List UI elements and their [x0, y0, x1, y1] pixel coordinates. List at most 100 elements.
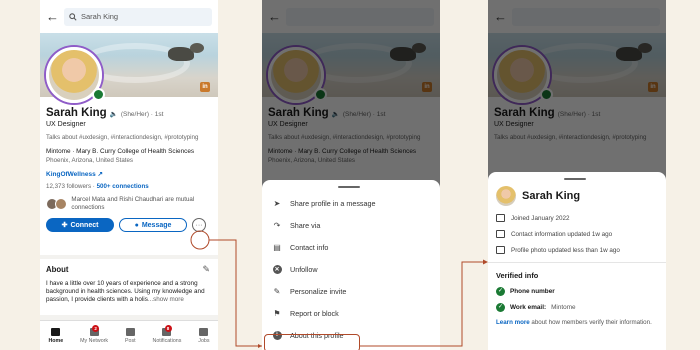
top-bar: ← Sarah King: [40, 0, 218, 33]
sheet-handle[interactable]: [564, 178, 586, 180]
mutual-connections[interactable]: Marcel Mata and Rishi Chaudhari are mutu…: [46, 196, 212, 211]
personalize-icon: ✎: [273, 286, 281, 296]
profile-location: Phoenix, Arizona, United States: [46, 157, 134, 164]
menu-label: Contact info: [290, 242, 329, 252]
message-button[interactable]: ● Message: [119, 218, 187, 232]
show-more-link[interactable]: ...show more: [148, 296, 184, 303]
website-label: KingOfWellness: [46, 171, 96, 178]
profile-followers: 12,373 followers · 500+ connections: [46, 183, 212, 190]
profile-name: Sarah King: [46, 107, 107, 119]
verified-email-row: ✓ Work email: Mintome: [496, 303, 658, 312]
contact-updated-text: Contact information updated 1w ago: [511, 230, 613, 238]
image-icon: [496, 246, 505, 254]
menu-label: Unfollow: [290, 264, 318, 274]
more-button[interactable]: ···: [192, 218, 206, 232]
share-icon: ↷: [273, 220, 281, 230]
profile-website-link[interactable]: KingOfWellness ↗: [46, 170, 212, 178]
check-icon: ✓: [496, 303, 505, 312]
nav-jobs[interactable]: Jobs: [198, 327, 210, 344]
profile-actions-sheet: ➤ Share profile in a message ↷ Share via ▤…: [262, 180, 440, 350]
speaker-icon[interactable]: 🔈: [110, 110, 118, 118]
work-email-value: Mintome: [551, 304, 576, 311]
photo-updated-text: Profile photo updated less than 1w ago: [511, 246, 620, 254]
online-status-icon: [92, 88, 105, 101]
sheet-handle[interactable]: [338, 186, 360, 188]
work-email-label: Work email:: [510, 304, 547, 311]
notification-badge: 2: [92, 324, 100, 332]
add-person-icon: ✚: [61, 222, 68, 229]
menu-item-unfollow[interactable]: ✕ Unfollow: [262, 258, 440, 280]
profile-talks-about: Talks about #uxdesign, #interactiondesig…: [46, 134, 199, 141]
menu-label: Report or block: [290, 308, 339, 318]
connect-button[interactable]: ✚ Connect: [46, 218, 114, 232]
joined-text: Joined January 2022: [511, 214, 570, 222]
verified-info-title: Verified info: [496, 271, 539, 280]
nav-label: Notifications: [152, 337, 182, 344]
mutual-avatars: [46, 197, 67, 210]
briefcase-icon: [199, 327, 209, 336]
phone-label: Phone number: [510, 288, 555, 295]
post-icon: [125, 327, 135, 336]
nav-label: Post: [124, 337, 136, 344]
external-link-icon: ↗: [97, 171, 103, 178]
menu-label: Personalize invite: [290, 286, 347, 296]
search-input[interactable]: Sarah King: [64, 7, 212, 26]
about-profile-sheet: Sarah King Joined January 2022 Contact i…: [488, 172, 666, 350]
linkedin-badge-icon: in: [200, 82, 210, 92]
photo-updated-row: Profile photo updated less than 1w ago: [496, 246, 658, 254]
nav-post[interactable]: Post: [124, 327, 136, 344]
contact-updated-row: Contact information updated 1w ago: [496, 230, 658, 238]
nav-label: Home: [48, 337, 64, 344]
message-label: Message: [141, 221, 172, 229]
joined-row: Joined January 2022: [496, 214, 658, 222]
profile-pronouns: (She/Her) · 1st: [120, 111, 164, 118]
search-value: Sarah King: [81, 12, 119, 21]
menu-item-share-via[interactable]: ↷ Share via: [262, 214, 440, 236]
unfollow-icon: ✕: [272, 264, 282, 274]
about-profile-name: Sarah King: [522, 190, 581, 202]
nav-notifications[interactable]: 8 Notifications: [152, 324, 182, 344]
bottom-nav: Home 2 My Network Post 8 Notifications Job…: [40, 320, 218, 350]
nav-label: My Network: [80, 337, 109, 344]
profile-screen: ← Sarah King Sarah King 🔈 (She/Her) · 1s…: [40, 0, 218, 350]
followers-count: 12,373 followers ·: [46, 183, 97, 190]
connect-label: Connect: [70, 221, 99, 229]
learn-more-link[interactable]: Learn more: [496, 319, 530, 326]
profile-card: Sarah King 🔈 (She/Her) · 1st UX Designer…: [40, 97, 218, 255]
about-profile-screen: ← Sarah King (She/Her) · 1st UX Designer…: [488, 0, 666, 350]
highlight-box: [264, 334, 360, 350]
check-icon: ✓: [496, 287, 505, 296]
menu-item-personalize-invite[interactable]: ✎ Personalize invite: [262, 280, 440, 302]
about-section: About ✎ I have a little over 10 years of…: [40, 259, 218, 315]
home-icon: [51, 327, 61, 336]
menu-item-contact-info[interactable]: ▤ Contact info: [262, 236, 440, 258]
menu-item-share-message[interactable]: ➤ Share profile in a message: [262, 192, 440, 214]
mutual-text: Marcel Mata and Rishi Chaudhari are mutu…: [71, 196, 195, 211]
learn-more-text: Learn more about how members verify thei…: [496, 319, 658, 327]
about-title: About: [46, 265, 69, 274]
mail-icon: [496, 230, 505, 238]
search-icon: [69, 12, 77, 21]
linkedin-icon: [496, 214, 505, 222]
flag-icon: ⚑: [273, 308, 281, 318]
menu-item-report-block[interactable]: ⚑ Report or block: [262, 302, 440, 324]
contact-icon: ▤: [273, 242, 281, 252]
nav-home[interactable]: Home: [48, 327, 64, 344]
menu-label: Share profile in a message: [290, 198, 376, 208]
notification-badge: 8: [164, 324, 172, 332]
profile-menu-screen: ← Sarah King 🔈 (She/Her) · 1st UX Design…: [262, 0, 440, 350]
divider: [488, 262, 666, 263]
learn-more-body: about how members verify their informati…: [529, 319, 652, 326]
connections-link[interactable]: 500+ connections: [97, 183, 149, 190]
nav-label: Jobs: [198, 337, 210, 344]
profile-education: Mintome · Mary B. Curry College of Healt…: [46, 148, 195, 155]
nav-my-network[interactable]: 2 My Network: [80, 324, 109, 344]
avatar: [496, 186, 516, 206]
pencil-icon[interactable]: ✎: [202, 264, 210, 275]
verified-phone-row: ✓ Phone number: [496, 287, 658, 296]
about-text: I have a little over 10 years of experie…: [46, 280, 212, 304]
back-arrow-icon[interactable]: ←: [46, 9, 59, 24]
menu-label: Share via: [290, 220, 321, 230]
profile-headline: UX Designer: [46, 121, 86, 128]
stage: ← Sarah King Sarah King 🔈 (She/Her) · 1s…: [0, 0, 700, 350]
